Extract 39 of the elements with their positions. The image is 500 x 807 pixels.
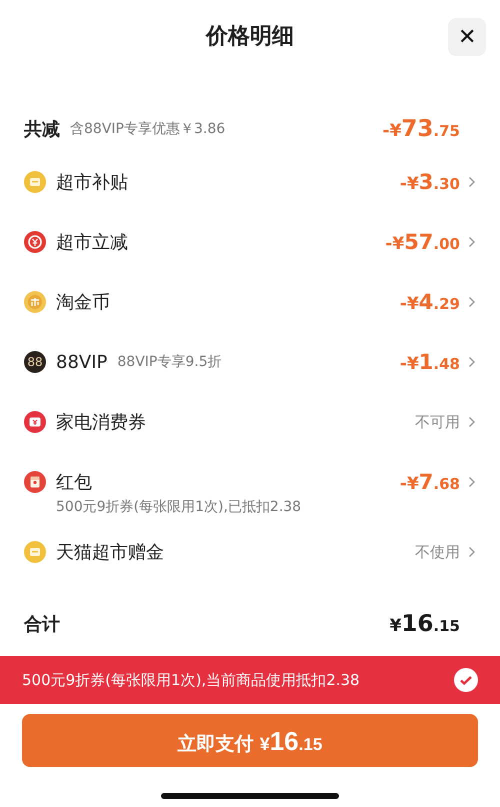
check-icon[interactable] [454,668,478,692]
row-label: 共减 [24,118,60,141]
row-note: 含88VIP专享优惠￥3.86 [70,120,226,138]
vip-badge: 88 [24,351,46,373]
coin-icon [24,291,46,313]
row-note: 88VIP专享9.5折 [117,353,222,371]
chevron-icon[interactable] [468,476,476,488]
discount-amount: -¥7.68 [400,470,460,494]
chevron-icon[interactable] [468,546,476,558]
total-amount: ¥16.15 [390,611,460,637]
card-icon [24,171,46,193]
row-subtext: 500元9折券(每张限用1次),已抵扣2.38 [56,498,302,516]
card-icon [24,541,46,563]
row-label: 88VIP [56,352,108,372]
row-label: 淘金币 [56,291,110,314]
row-label: 超市立减 [56,231,128,254]
chevron-icon[interactable] [468,356,476,368]
discount-amount: -¥57.00 [385,230,460,254]
ticket-icon [24,411,46,433]
chevron-icon[interactable] [468,176,476,188]
status-text: 不使用 [415,542,460,562]
total-label: 合计 [24,613,61,636]
chevron-icon[interactable] [468,296,476,308]
row-label: 家电消费券 [56,411,146,434]
chevron-icon[interactable] [468,236,476,248]
discount-amount: -¥3.30 [400,170,460,194]
chevron-icon[interactable] [468,416,476,428]
row-label: 超市补贴 [56,171,128,194]
row-label: 红包 [56,471,92,494]
yuan-icon [24,231,46,253]
banner-text: 500元9折券(每张限用1次),当前商品使用抵扣2.38 [22,670,360,690]
discount-amount: -¥4.29 [400,290,460,314]
discount-amount: -¥73.75 [382,116,460,142]
close-button[interactable]: ✕ [448,18,486,56]
row-label: 天猫超市赠金 [56,541,164,564]
window-title: 价格明细 [206,23,294,51]
status-text: 不可用 [415,412,460,432]
envelope-icon [24,471,46,493]
discount-amount: -¥1.48 [400,350,460,374]
